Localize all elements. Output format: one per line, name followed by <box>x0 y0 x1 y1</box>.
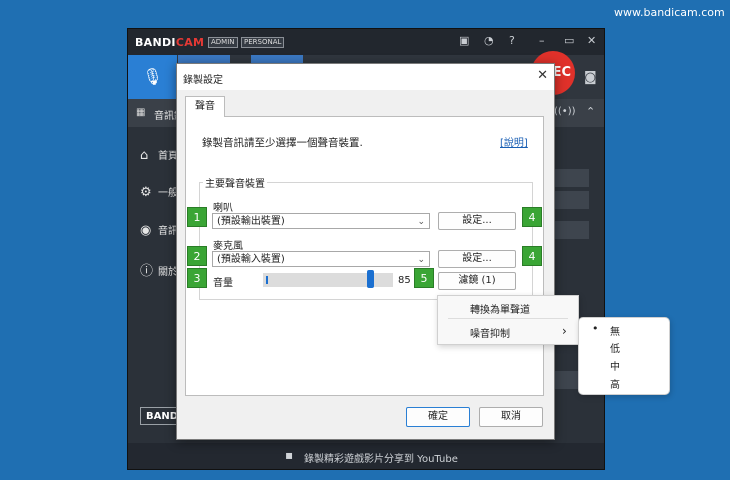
dialog-title: 錄製設定 <box>183 75 223 86</box>
step-marker-3: 3 <box>187 268 207 288</box>
volume-value: 85 <box>398 275 411 286</box>
selected-bullet-icon: • <box>592 322 599 335</box>
info-icon: ⓘ <box>140 264 154 279</box>
microphone-label: 麥克風 <box>213 241 243 252</box>
gear-icon: ⚙ <box>140 185 152 200</box>
menu-item-noise-suppression[interactable]: 噪音抑制 <box>470 325 510 340</box>
speaker-select[interactable]: (預設輸出裝置) ⌄ <box>212 213 430 229</box>
group-title: 主要聲音裝置 <box>203 175 267 190</box>
submenu-item-high[interactable]: 高 <box>610 376 620 391</box>
step-marker-5: 5 <box>414 268 434 288</box>
sidebar-item-audio[interactable]: ◉ 音訊 <box>140 222 178 238</box>
instruction-text: 錄製音訊請至少選擇一個聲音裝置. <box>202 137 363 149</box>
sidebar-item-general[interactable]: ⚙ 一般 <box>140 184 178 200</box>
step-marker-4a: 4 <box>522 207 542 227</box>
main-footer: ▪ 錄製精彩遊戲影片分享到 YouTube <box>128 443 604 469</box>
chat-icon: ▪ <box>285 448 294 462</box>
right-panel-box <box>553 191 589 209</box>
restore-icon[interactable]: ▭ <box>564 34 574 47</box>
filter-context-menu: 轉換為單聲道 噪音抑制 › <box>437 295 579 345</box>
audio-mode-tab[interactable]: 🎙 <box>128 55 177 99</box>
clock-icon[interactable]: ◔ <box>484 34 494 47</box>
camera-icon[interactable]: ◙ <box>584 70 597 85</box>
cancel-button[interactable]: 取消 <box>479 407 543 427</box>
footer-promo-link[interactable]: 錄製精彩遊戲影片分享到 YouTube <box>304 450 458 465</box>
filter-button[interactable]: 濾鏡 (1) <box>438 272 516 290</box>
main-titlebar: BANDICAM ADMIN PERSONAL ▣ ◔ ? – ▭ ✕ <box>128 29 604 55</box>
personal-badge: PERSONAL <box>241 37 285 48</box>
ok-button[interactable]: 確定 <box>406 407 470 427</box>
help-link[interactable]: [說明] <box>500 134 528 149</box>
step-marker-1: 1 <box>187 207 207 227</box>
sound-tab-panel: 錄製音訊請至少選擇一個聲音裝置. [說明] 主要聲音裝置 喇叭 (預設輸出裝置)… <box>185 116 544 396</box>
speaker-label: 喇叭 <box>213 203 233 214</box>
microphone-icon: 🎙 <box>142 67 163 86</box>
volume-slider-thumb[interactable] <box>367 270 374 288</box>
noise-suppression-submenu: • 無 低 中 高 <box>578 317 670 395</box>
speaker-settings-button[interactable]: 設定... <box>438 212 516 230</box>
microphone-select[interactable]: (預設輸入裝置) ⌄ <box>212 251 430 267</box>
folder-icon[interactable]: ▣ <box>459 34 469 47</box>
dialog-close-icon[interactable]: ✕ <box>537 68 548 83</box>
audio-wave-icon[interactable]: ((•)) <box>554 106 576 117</box>
menu-separator <box>448 318 568 319</box>
recording-settings-dialog: 錄製設定 ✕ 聲音 錄製音訊請至少選擇一個聲音裝置. [說明] 主要聲音裝置 喇… <box>176 63 555 440</box>
submenu-item-medium[interactable]: 中 <box>610 358 620 373</box>
menu-item-convert-mono[interactable]: 轉換為單聲道 <box>470 301 530 316</box>
sidebar-item-about[interactable]: ⓘ 關於 <box>140 260 178 279</box>
minimize-icon[interactable]: – <box>539 34 545 47</box>
right-panel-box <box>553 169 589 187</box>
admin-badge: ADMIN <box>208 37 238 48</box>
step-marker-2: 2 <box>187 246 207 266</box>
slider-start-mark <box>266 276 268 284</box>
main-close-icon[interactable]: ✕ <box>587 34 596 47</box>
chevron-right-icon: › <box>562 324 567 338</box>
tab-sound[interactable]: 聲音 <box>185 96 225 117</box>
right-panel-box <box>553 221 589 239</box>
sidebar-item-home[interactable]: ⌂ 首頁 <box>140 147 178 163</box>
audio-icon: ◉ <box>140 223 152 238</box>
submenu-item-none[interactable]: 無 <box>610 323 620 338</box>
bandicam-logo: BANDICAM <box>135 36 205 49</box>
microphone-settings-button[interactable]: 設定... <box>438 250 516 268</box>
collapse-icon[interactable]: ⌃ <box>586 105 595 118</box>
chevron-down-icon: ⌄ <box>417 217 425 227</box>
submenu-item-low[interactable]: 低 <box>610 340 620 355</box>
volume-label: 音量 <box>213 278 233 289</box>
step-marker-4b: 4 <box>522 246 542 266</box>
watermark: www.bandicam.com <box>614 6 725 19</box>
help-icon[interactable]: ? <box>509 34 515 47</box>
grid-icon[interactable]: ▦ <box>136 107 145 118</box>
home-icon: ⌂ <box>140 148 149 163</box>
dialog-titlebar: 錄製設定 ✕ <box>177 64 554 90</box>
chevron-down-icon: ⌄ <box>417 255 425 265</box>
